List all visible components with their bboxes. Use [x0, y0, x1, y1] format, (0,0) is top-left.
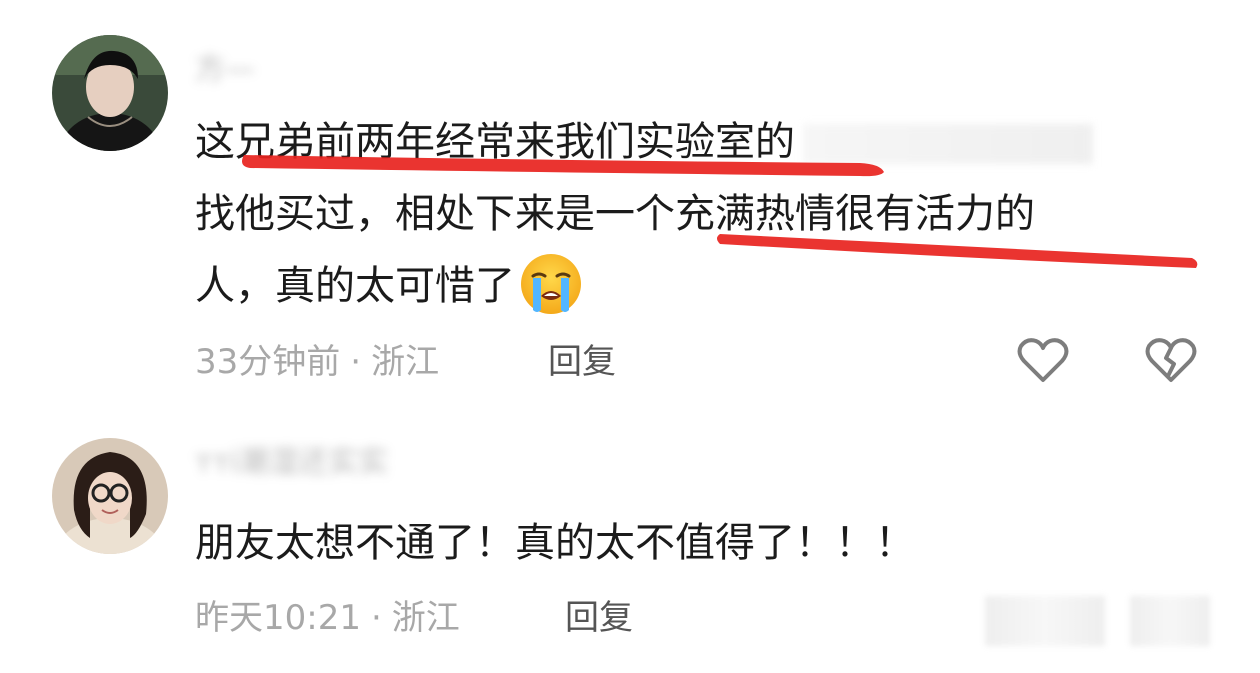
comment-text: 朋友太想不通了！真的太不值得了！！！	[195, 507, 1215, 579]
comment-line: 朋友太想不通了！真的太不值得了！！！	[195, 520, 915, 566]
comment-meta: 昨天10:21 · 浙江	[195, 596, 460, 640]
username[interactable]: тті潮湿还实实	[195, 443, 515, 483]
reply-button[interactable]: 回复	[565, 596, 633, 640]
separator: ·	[370, 598, 382, 638]
comment-item: тті潮湿还实实 朋友太想不通了！真的太不值得了！！！ 昨天10:21 · 浙江 回…	[0, 0, 1260, 673]
avatar[interactable]	[52, 438, 168, 554]
location: 浙江	[391, 598, 460, 638]
obscured-action-area	[985, 596, 1105, 646]
obscured-action-area	[1130, 596, 1210, 646]
timestamp: 昨天10:21	[195, 598, 361, 638]
